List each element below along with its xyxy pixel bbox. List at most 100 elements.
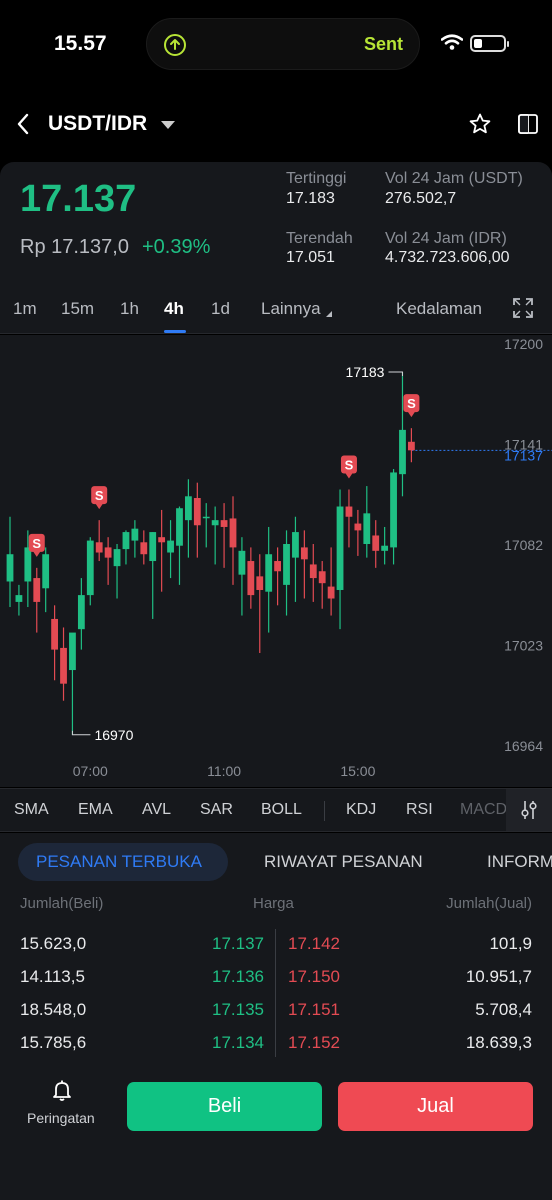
indicator-sar[interactable]: SAR (200, 801, 233, 819)
buy-qty: 15.623,0 (20, 934, 87, 953)
buy-button[interactable]: Beli (127, 1082, 322, 1131)
candle-body (336, 506, 344, 590)
buy-qty: 18.548,0 (20, 1000, 87, 1019)
tab-1h[interactable]: 1h (120, 299, 139, 319)
candle-body (247, 561, 255, 596)
tab-1d[interactable]: 1d (211, 299, 230, 319)
tab-1m[interactable]: 1m (13, 299, 37, 319)
x-tick-label: 07:00 (73, 763, 108, 779)
status-time: 15.57 (54, 32, 107, 55)
candle-body (140, 542, 148, 555)
low-annotation-line (71, 730, 91, 736)
candle-body (354, 523, 362, 531)
indicator-kdj[interactable]: KDJ (346, 801, 376, 819)
depth-tab[interactable]: Kedalaman (396, 299, 482, 319)
price-change: +0.39% (142, 236, 211, 258)
tab-information[interactable]: INFORMASI (487, 852, 552, 872)
upload-icon (164, 34, 186, 56)
indicator-ema[interactable]: EMA (78, 801, 113, 819)
alert-label[interactable]: Peringatan (27, 1110, 95, 1126)
candle-body (238, 550, 246, 575)
book-row[interactable]: 15.785,6 17.134 17.152 18.639,3 (0, 1033, 552, 1066)
order-section: PESANAN TERBUKA RIWAYAT PESANAN INFORMAS… (0, 833, 552, 1070)
book-row[interactable]: 15.623,0 17.137 17.142 101,9 (0, 934, 552, 967)
low-annotation-label: 16970 (94, 727, 133, 743)
low-label: Terendah (286, 230, 353, 247)
y-tick-label: 16964 (504, 738, 543, 754)
candlestick-chart[interactable]: 17200 17141 17082 17023 16964 07:00 11:00 15:00… (0, 335, 552, 787)
buy-price: 17.134 (212, 1033, 264, 1052)
current-price-label: 17137 (504, 447, 543, 463)
candle-body (345, 506, 353, 517)
indicator-macd[interactable]: MACD (460, 801, 506, 819)
sell-marker-label: S (407, 396, 416, 411)
sell-qty: 5.708,4 (475, 1000, 532, 1019)
candle-body (309, 564, 317, 579)
candle-body (211, 520, 219, 526)
candle-body (77, 595, 85, 630)
candle-body (113, 549, 121, 567)
tab-order-history[interactable]: RIWAYAT PESANAN (264, 852, 423, 872)
col-sell-qty: Jumlah(Jual) (446, 895, 532, 912)
indicator-sma[interactable]: SMA (14, 801, 49, 819)
last-price: 17.137 (20, 178, 137, 220)
indicator-boll[interactable]: BOLL (261, 801, 302, 819)
candle-body (158, 537, 166, 543)
sell-marker-pointer (344, 472, 353, 479)
tab-15m[interactable]: 15m (61, 299, 94, 319)
bell-icon[interactable] (50, 1078, 74, 1102)
sell-marker-pointer (95, 503, 104, 510)
candle-body (283, 544, 290, 585)
candle-body (300, 547, 308, 560)
candle-body (131, 528, 139, 541)
candle-body (202, 516, 210, 519)
candle-body (42, 554, 50, 589)
split-view-icon[interactable] (516, 112, 540, 136)
pair-title[interactable]: USDT/IDR (48, 112, 147, 136)
candle-body (390, 472, 397, 548)
high-value: 17.183 (286, 190, 335, 207)
high-annotation-label: 17183 (346, 364, 385, 380)
battery-icon (470, 35, 509, 52)
book-row[interactable]: 14.113,5 17.136 17.150 10.951,7 (0, 967, 552, 1000)
back-icon[interactable] (14, 112, 32, 136)
high-label: Tertinggi (286, 170, 347, 187)
indicator-avl[interactable]: AVL (142, 801, 171, 819)
candle-body (327, 586, 335, 599)
indicator-settings-button[interactable] (506, 789, 552, 831)
tab-open-orders[interactable]: PESANAN TERBUKA (18, 843, 228, 881)
x-tick-label: 15:00 (340, 763, 375, 779)
col-buy-qty: Jumlah(Beli) (20, 895, 104, 912)
candle-body (408, 441, 415, 451)
wifi-icon (441, 34, 463, 50)
favorite-star-icon[interactable] (468, 112, 492, 136)
candle-body (167, 540, 174, 553)
tab-more[interactable]: Lainnya (261, 299, 321, 319)
activity-label: Sent (363, 34, 403, 54)
indicator-divider (324, 801, 325, 821)
candle-body (15, 595, 23, 602)
status-bar: 15.57 Sent (0, 0, 552, 90)
low-value: 17.051 (286, 249, 335, 266)
sell-button[interactable]: Jual (338, 1082, 533, 1131)
pair-dropdown-icon[interactable] (161, 121, 175, 129)
buy-qty: 15.785,6 (20, 1033, 87, 1052)
pair-header: USDT/IDR (0, 90, 552, 160)
sell-marker-label: S (95, 488, 104, 503)
candle-body (6, 554, 14, 582)
book-row[interactable]: 18.548,0 17.135 17.151 5.708,4 (0, 1000, 552, 1033)
high-annotation-line (388, 371, 403, 376)
dynamic-island[interactable]: Sent (146, 18, 420, 70)
candle-body (381, 545, 389, 551)
candle-body (193, 498, 201, 526)
candle-body (51, 618, 58, 650)
tab-4h[interactable]: 4h (164, 299, 184, 319)
timeframe-bar: 1m 15m 1h 4h 1d Lainnya Kedalaman (0, 284, 552, 334)
candle-body (86, 540, 94, 596)
fullscreen-icon[interactable] (512, 297, 534, 319)
buy-qty: 14.113,5 (20, 967, 85, 986)
candle-body (229, 518, 237, 548)
candle-body (149, 532, 157, 562)
indicator-rsi[interactable]: RSI (406, 801, 433, 819)
sell-marker-pointer (32, 550, 41, 557)
